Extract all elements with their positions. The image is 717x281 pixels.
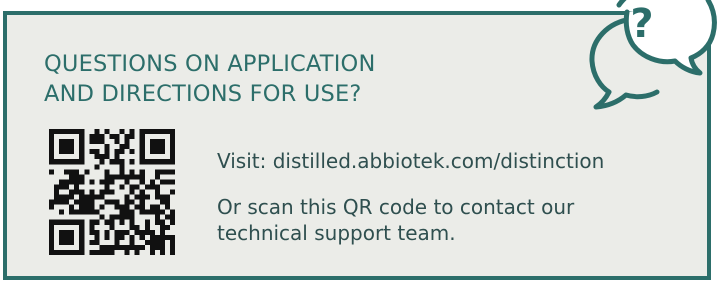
heading-line-1: QUESTIONS ON APPLICATION [44,51,376,77]
visit-link[interactable]: Visit: distilled.abbiotek.com/distinctio… [217,148,604,174]
panel-heading: QUESTIONS ON APPLICATION AND DIRECTIONS … [44,49,504,109]
heading-line-2: AND DIRECTIONS FOR USE? [44,81,362,107]
scan-line-2: technical support team. [217,221,456,245]
scan-line-1: Or scan this QR code to contact our [217,195,575,219]
qr-code[interactable] [49,129,175,255]
question-mark-icon: ? [630,1,654,47]
scan-instructions: Or scan this QR code to contact our tech… [217,194,574,246]
